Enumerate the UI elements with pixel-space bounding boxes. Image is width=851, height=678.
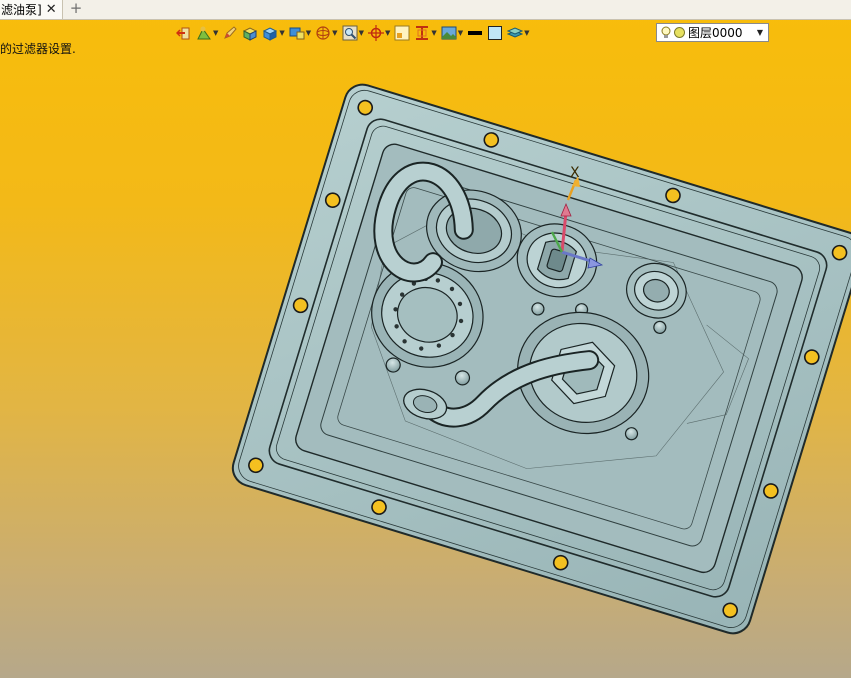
- 3d-viewport[interactable]: X: [0, 44, 851, 678]
- section-icon: [416, 26, 429, 40]
- target-icon: [367, 25, 384, 41]
- sketch-button[interactable]: [222, 25, 238, 41]
- exit-icon: [176, 27, 190, 40]
- layer-color-icon: [674, 27, 685, 38]
- fill-color-button[interactable]: [487, 25, 503, 41]
- add-tab-icon[interactable]: +: [68, 0, 84, 19]
- blue-box-icon: [263, 27, 278, 41]
- shaded-box-button[interactable]: [242, 25, 258, 41]
- lightbulb-icon: [661, 26, 671, 38]
- layout-icon: [394, 25, 410, 41]
- chevron-down-icon: ▼: [279, 29, 285, 37]
- chevron-down-icon: ▼: [358, 29, 364, 37]
- layer-name: 图层0000: [688, 26, 743, 40]
- layout-button[interactable]: [394, 25, 410, 41]
- document-tab[interactable]: 滤油泵] ✕: [0, 0, 63, 19]
- chevron-down-icon[interactable]: ▼: [757, 28, 763, 37]
- line-color-button[interactable]: [467, 25, 483, 41]
- view-toolbar: ▼ ▼ ▼ ▼ ▼ ▼ ▼ ▼ ▼: [176, 23, 534, 43]
- sphere-icon: [316, 26, 330, 40]
- chevron-down-icon: ▼: [213, 29, 219, 37]
- filter-button[interactable]: ▼: [196, 25, 218, 41]
- chevron-down-icon: ▼: [431, 29, 437, 37]
- layer-select[interactable]: 图层0000 ▼: [656, 23, 769, 42]
- tab-bar: 滤油泵] ✕ +: [0, 0, 851, 20]
- background-button[interactable]: ▼: [441, 25, 463, 41]
- chevron-down-icon: ▼: [384, 29, 391, 37]
- solid-box-button[interactable]: ▼: [262, 25, 285, 41]
- chevron-down-icon: ▼: [524, 29, 530, 37]
- layers-button[interactable]: ▼: [507, 25, 530, 41]
- layers-icon: [507, 27, 524, 38]
- display-icon: [289, 27, 305, 40]
- zoom-box-button[interactable]: ▼: [342, 25, 364, 41]
- image-icon: [441, 26, 457, 40]
- pump-model[interactable]: [228, 80, 851, 638]
- chevron-down-icon: ▼: [332, 29, 338, 37]
- view-orientation-button[interactable]: ▼: [315, 25, 338, 41]
- filter-icon: [197, 26, 211, 40]
- section-button[interactable]: ▼: [414, 25, 437, 41]
- chevron-down-icon: ▼: [457, 29, 464, 37]
- axis-x-label: X: [570, 165, 580, 181]
- fill-color-icon: [488, 26, 503, 40]
- pan-button[interactable]: ▼: [367, 25, 391, 41]
- zoom-box-icon: [342, 25, 358, 41]
- tab-label[interactable]: 滤油泵]: [0, 1, 42, 18]
- line-color-icon: [468, 31, 483, 35]
- display-mode-button[interactable]: ▼: [289, 25, 311, 41]
- chevron-down-icon: ▼: [305, 29, 312, 37]
- close-icon[interactable]: ✕: [46, 2, 57, 17]
- pencil-icon: [224, 26, 238, 39]
- exit-button[interactable]: [176, 25, 192, 41]
- shaded-box-icon: [243, 27, 258, 41]
